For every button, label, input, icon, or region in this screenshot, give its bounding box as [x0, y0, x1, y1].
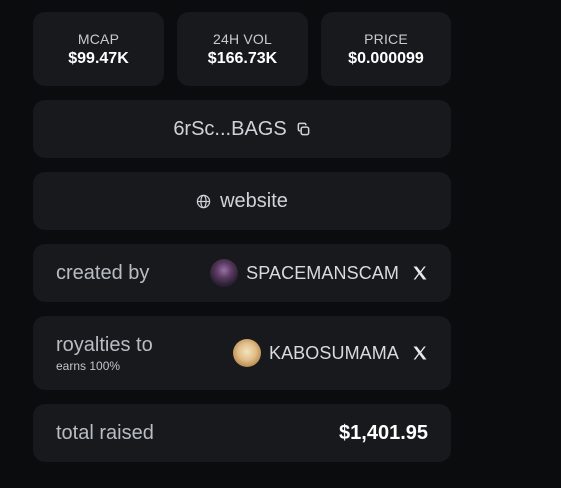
total-raised-label: total raised	[56, 421, 154, 444]
royalty-recipient-avatar[interactable]	[232, 339, 261, 367]
royalty-recipient-profile[interactable]: KABOSUMAMA	[232, 339, 428, 367]
x-logo-icon[interactable]	[412, 345, 428, 361]
globe-icon	[196, 194, 211, 209]
total-raised-row: total raised $1,401.95	[33, 404, 451, 462]
website-label: website	[220, 189, 288, 212]
royalties-label: royalties to	[56, 333, 153, 356]
price-value: $0.000099	[348, 49, 424, 67]
x-logo-icon[interactable]	[412, 265, 428, 281]
price-label: PRICE	[364, 30, 408, 47]
creator-name[interactable]: SPACEMANSCAM	[246, 263, 399, 284]
royalties-label-group: royalties to earns 100%	[56, 334, 153, 373]
creator-profile[interactable]: SPACEMANSCAM	[210, 259, 428, 287]
contract-address-text: 6rSc...BAGS	[173, 117, 287, 140]
mcap-label: MCAP	[77, 30, 120, 47]
volume-card: 24H VOL $166.73K	[177, 12, 308, 86]
created-by-row: created by SPACEMANSCAM	[33, 244, 451, 302]
creator-avatar[interactable]	[210, 259, 239, 287]
mcap-value: $99.47K	[68, 49, 129, 67]
royalties-sublabel: earns 100%	[56, 358, 121, 373]
total-raised-value: $1,401.95	[339, 421, 428, 444]
website-link[interactable]: website	[33, 172, 451, 230]
mcap-card: MCAP $99.47K	[33, 12, 164, 86]
royalties-row: royalties to earns 100% KABOSUMAMA	[33, 316, 451, 390]
price-card: PRICE $0.000099	[321, 12, 451, 86]
created-by-label: created by	[56, 261, 150, 284]
royalty-recipient-name[interactable]: KABOSUMAMA	[269, 343, 399, 364]
volume-value: $166.73K	[207, 49, 278, 67]
contract-address-button[interactable]: 6rSc...BAGS	[33, 100, 451, 158]
volume-label: 24H VOL	[213, 30, 272, 47]
copy-icon[interactable]	[296, 122, 311, 137]
